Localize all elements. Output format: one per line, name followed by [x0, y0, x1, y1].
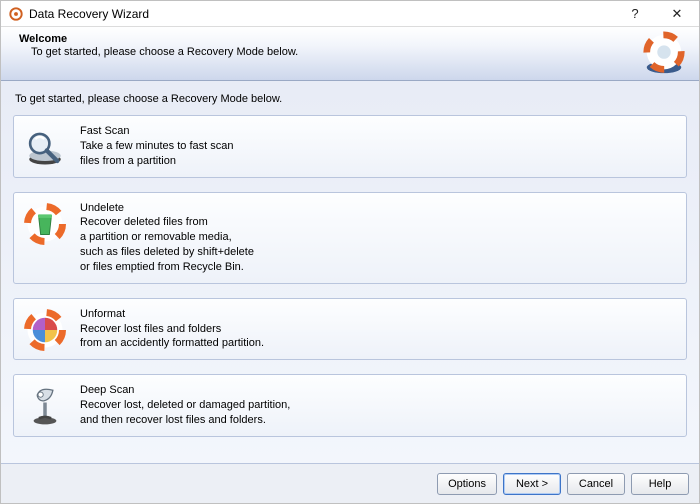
footer: Options Next > Cancel Help [1, 463, 699, 503]
window-title: Data Recovery Wizard [29, 7, 611, 21]
undelete-icon [24, 203, 66, 245]
mode-desc: Take a few minutes to fast scan files fr… [80, 139, 233, 169]
next-button[interactable]: Next > [503, 473, 561, 495]
help-button-footer[interactable]: Help [631, 473, 689, 495]
mode-unformat[interactable]: Unformat Recover lost files and folders … [13, 298, 687, 361]
banner-title: Welcome [19, 33, 298, 45]
titlebar: Data Recovery Wizard ? ✕ [1, 1, 699, 27]
mode-deep-scan[interactable]: Deep Scan Recover lost, deleted or damag… [13, 374, 687, 437]
instruction-text: To get started, please choose a Recovery… [15, 93, 685, 105]
options-button[interactable]: Options [437, 473, 497, 495]
close-button[interactable]: ✕ [659, 2, 695, 26]
help-button[interactable]: ? [617, 2, 653, 26]
mode-title: Unformat [80, 307, 264, 322]
mode-undelete[interactable]: Undelete Recover deleted files from a pa… [13, 192, 687, 284]
content-area: To get started, please choose a Recovery… [1, 81, 699, 463]
lifesaver-disk-icon [641, 31, 687, 77]
mode-fast-scan[interactable]: Fast Scan Take a few minutes to fast sca… [13, 115, 687, 178]
mode-title: Deep Scan [80, 383, 290, 398]
deep-scan-icon [24, 385, 66, 427]
mode-desc: Recover lost files and folders from an a… [80, 322, 264, 352]
mode-title: Fast Scan [80, 124, 233, 139]
mode-title: Undelete [80, 201, 254, 216]
unformat-icon [24, 309, 66, 351]
cancel-button[interactable]: Cancel [567, 473, 625, 495]
fast-scan-icon [24, 126, 66, 168]
banner: Welcome To get started, please choose a … [1, 27, 699, 81]
mode-desc: Recover lost, deleted or damaged partiti… [80, 398, 290, 428]
banner-subtitle: To get started, please choose a Recovery… [31, 46, 298, 58]
app-icon [9, 7, 23, 21]
mode-desc: Recover deleted files from a partition o… [80, 215, 254, 274]
